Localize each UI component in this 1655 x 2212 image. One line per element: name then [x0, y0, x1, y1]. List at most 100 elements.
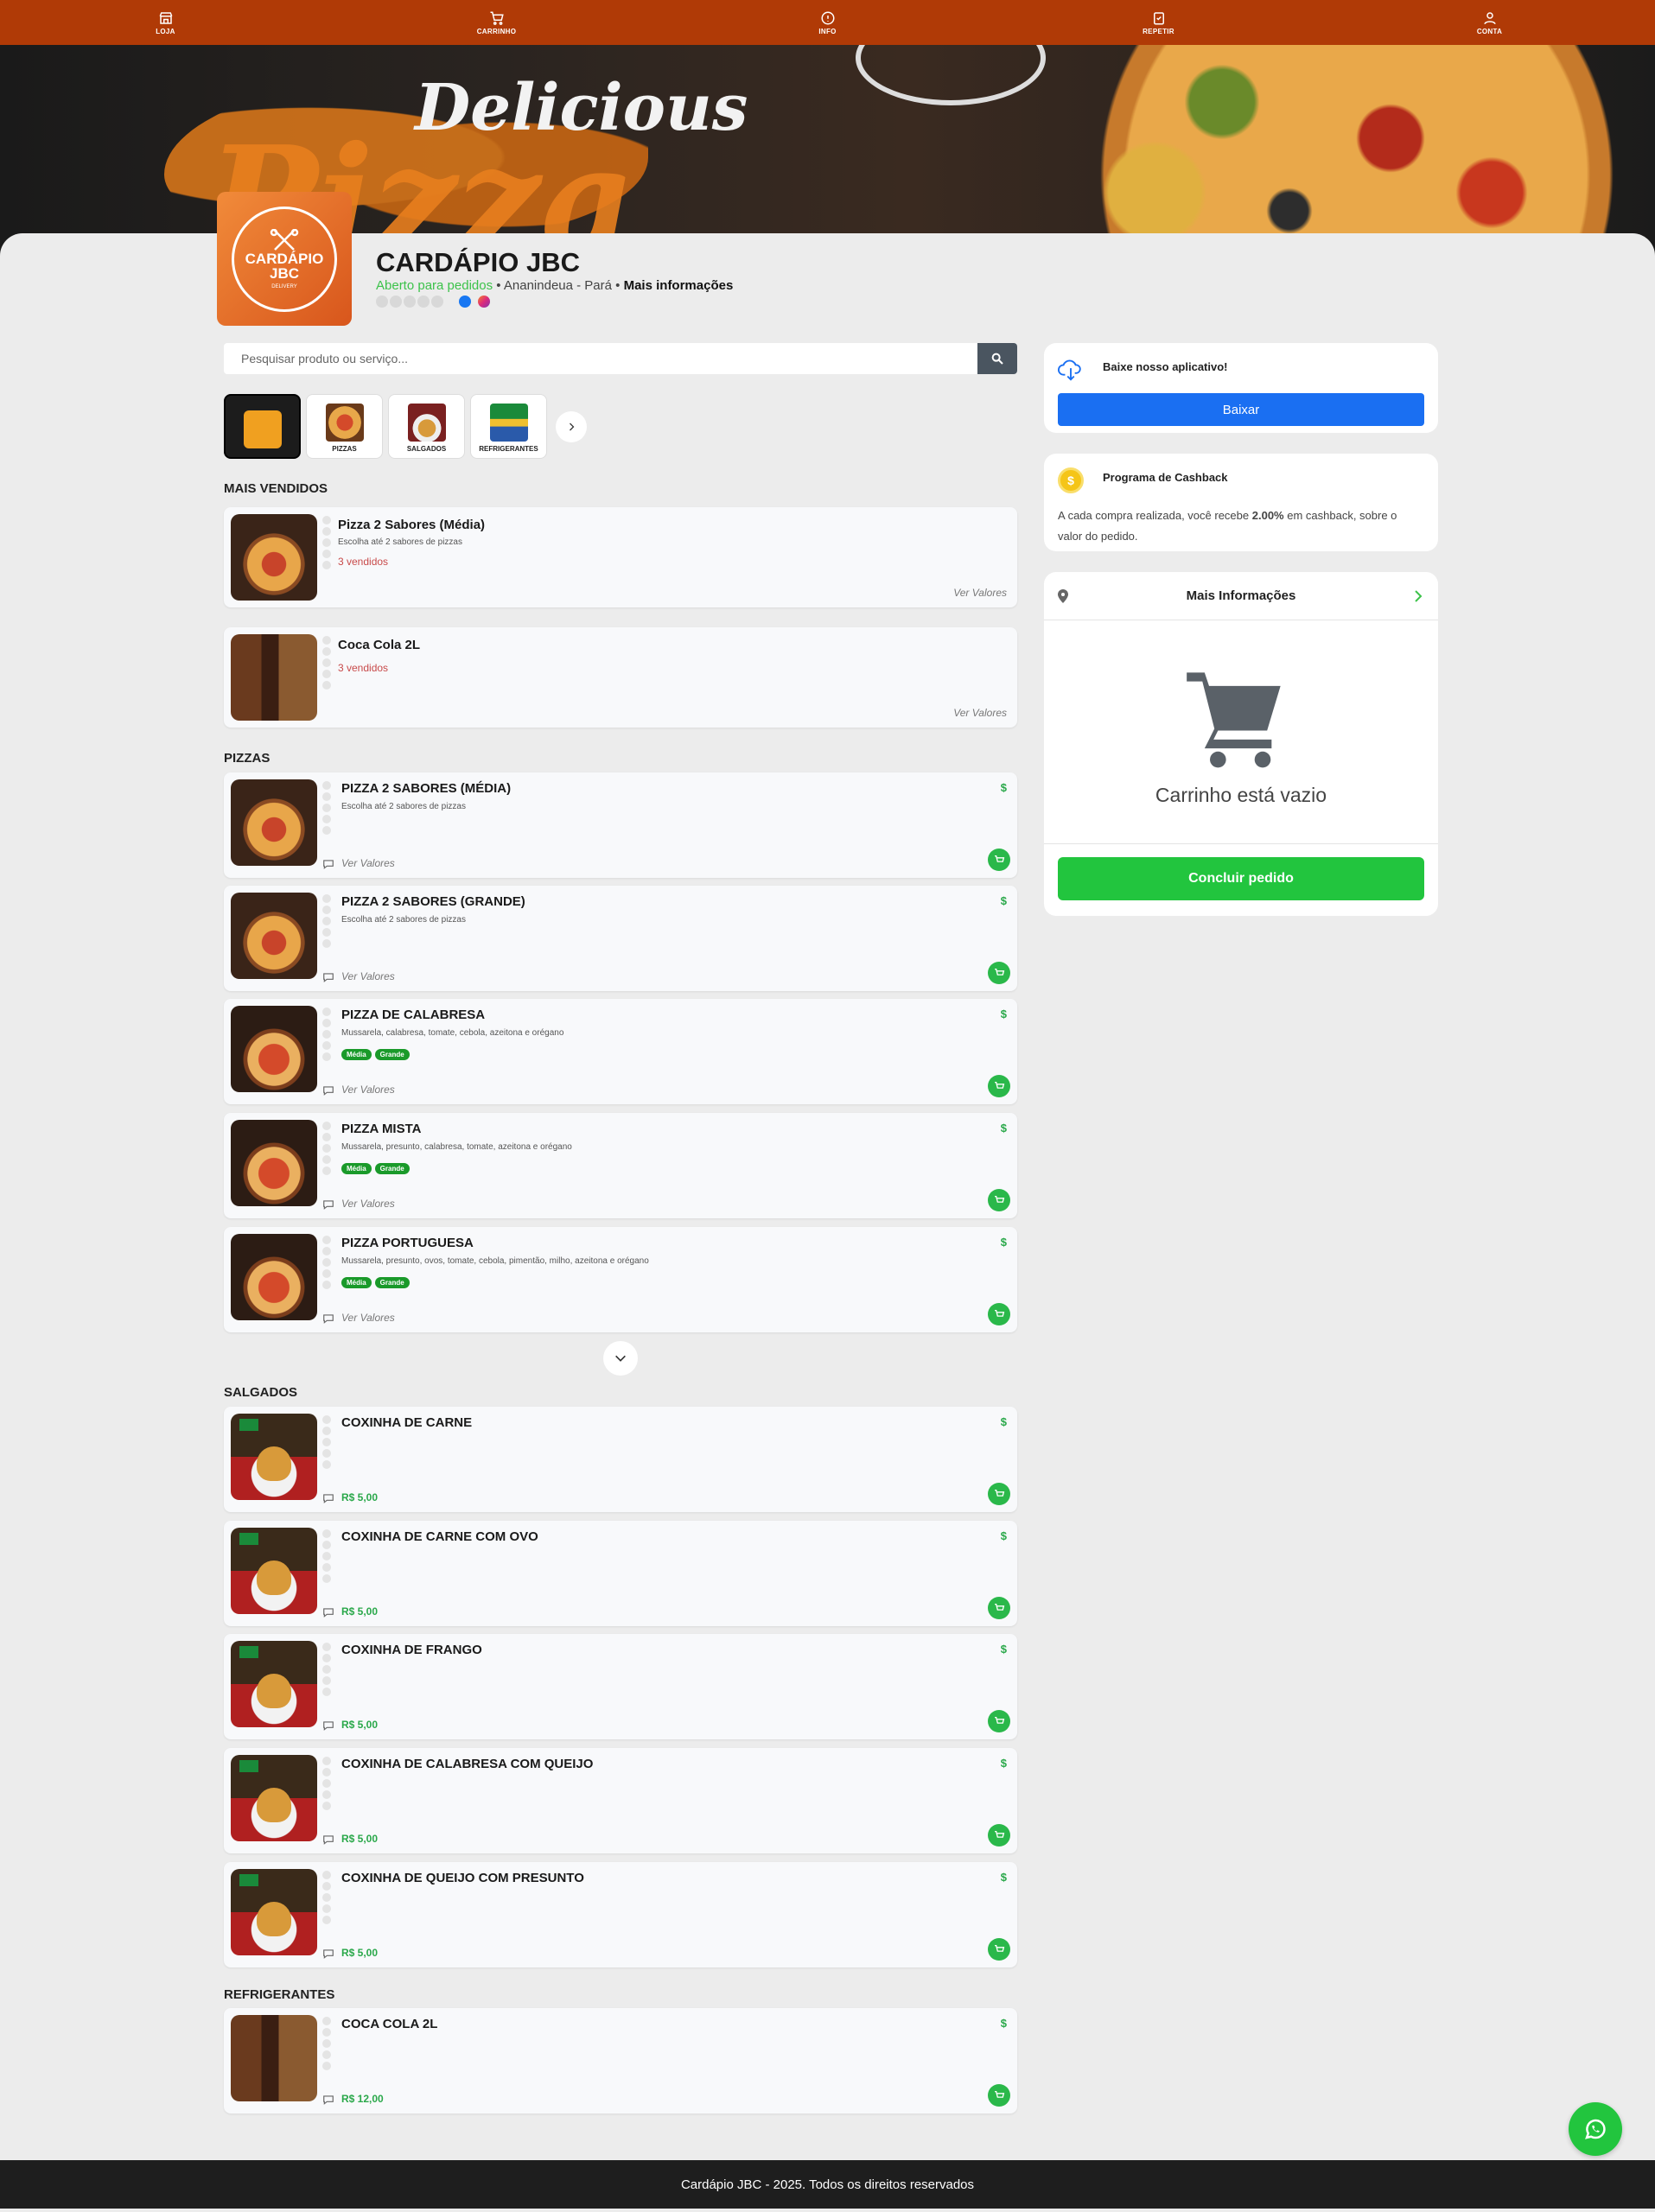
product-price: R$ 5,00	[341, 1605, 379, 1618]
fork-spoon-icon	[270, 228, 299, 251]
currency-symbol: $	[1000, 1643, 1007, 1656]
comment-icon	[323, 1721, 334, 1731]
ver-valores-link[interactable]: Ver Valores	[341, 970, 395, 982]
best-seller-card[interactable]: Coca Cola 2L 3 vendidos Ver Valores	[224, 627, 1017, 728]
instagram-icon[interactable]	[478, 296, 490, 308]
add-to-cart-button[interactable]	[988, 849, 1010, 871]
add-to-cart-button[interactable]	[988, 1597, 1010, 1619]
product-image	[231, 514, 317, 601]
more-info-link[interactable]: Mais informações	[624, 278, 734, 293]
comment-icon	[323, 1494, 334, 1503]
size-tags: Média Grande	[341, 1277, 410, 1288]
product-card[interactable]: PIZZA PORTUGUESA Mussarela, presunto, ov…	[224, 1227, 1017, 1332]
product-image	[231, 779, 317, 866]
store-meta: Aberto para pedidos • Ananindeua - Pará …	[376, 278, 733, 293]
checkout-button[interactable]: Concluir pedido	[1058, 857, 1424, 900]
add-to-cart-button[interactable]	[988, 1938, 1010, 1961]
size-tags: Média Grande	[341, 1049, 410, 1060]
comment-icon	[323, 973, 334, 982]
product-card[interactable]: PIZZA DE CALABRESA Mussarela, calabresa,…	[224, 999, 1017, 1104]
product-name: Coca Cola 2L	[338, 638, 421, 652]
add-to-cart-button[interactable]	[988, 1824, 1010, 1847]
cart-icon	[994, 1944, 1004, 1952]
ver-valores-link[interactable]: Ver Valores	[341, 1312, 395, 1324]
nav-conta[interactable]: CONTA	[1438, 10, 1542, 35]
search-button[interactable]	[977, 343, 1017, 374]
product-image	[231, 634, 317, 721]
cart-card: Mais Informações Carrinho está vazio Con…	[1044, 572, 1438, 916]
rating-stars	[322, 1529, 331, 1583]
product-card[interactable]: COXINHA DE FRANGO R$ 5,00 $	[224, 1634, 1017, 1739]
nav-loja[interactable]: LOJA	[114, 10, 218, 35]
add-to-cart-button[interactable]	[988, 1075, 1010, 1097]
add-to-cart-button[interactable]	[988, 1483, 1010, 1505]
size-tag: Grande	[374, 1049, 410, 1060]
cashback-card: $ Programa de Cashback A cada compra rea…	[1044, 454, 1438, 551]
cart-icon	[994, 1830, 1004, 1838]
more-info-row[interactable]: Mais Informações	[1044, 572, 1438, 620]
facebook-icon[interactable]	[459, 296, 471, 308]
product-card[interactable]: PIZZA 2 SABORES (MÉDIA) Escolha até 2 sa…	[224, 772, 1017, 878]
store-name: CARDÁPIO JBC	[376, 247, 580, 277]
ver-valores-link[interactable]: Ver Valores	[953, 587, 1007, 599]
ver-valores-link[interactable]: Ver Valores	[953, 707, 1007, 719]
category-pizzas[interactable]: PIZZAS	[306, 394, 383, 459]
cart-icon	[994, 968, 1004, 976]
separator: •	[615, 278, 621, 293]
search-input[interactable]	[224, 352, 977, 365]
empty-cart-text: Carrinho está vazio	[1155, 784, 1327, 806]
add-to-cart-button[interactable]	[988, 1710, 1010, 1732]
rating-stars	[322, 894, 331, 948]
product-card[interactable]: PIZZA 2 SABORES (GRANDE) Escolha até 2 s…	[224, 886, 1017, 991]
nav-carrinho[interactable]: CARRINHO	[445, 10, 549, 35]
size-tag: Média	[341, 1277, 372, 1288]
nav-label: CONTA	[1476, 27, 1503, 35]
currency-symbol: $	[1000, 1529, 1007, 1542]
nav-label: CARRINHO	[476, 27, 517, 35]
download-app-button[interactable]: Baixar	[1058, 393, 1424, 426]
add-to-cart-button[interactable]	[988, 2084, 1010, 2107]
ver-valores-link[interactable]: Ver Valores	[341, 857, 395, 869]
nav-label: REPETIR	[1143, 27, 1174, 35]
product-image	[231, 1755, 317, 1841]
product-image	[231, 1528, 317, 1614]
category-menu[interactable]	[224, 394, 301, 459]
product-card[interactable]: COCA COLA 2L R$ 12,00 $	[224, 2008, 1017, 2113]
product-card[interactable]: COXINHA DE CARNE R$ 5,00 $	[224, 1407, 1017, 1512]
ver-valores-link[interactable]: Ver Valores	[341, 1198, 395, 1210]
nav-repetir[interactable]: REPETIR	[1107, 10, 1211, 35]
search-bar	[224, 343, 1017, 374]
product-card[interactable]: PIZZA MISTA Mussarela, presunto, calabre…	[224, 1113, 1017, 1218]
product-card[interactable]: COXINHA DE CALABRESA COM QUEIJO R$ 5,00 …	[224, 1748, 1017, 1853]
category-salgados[interactable]: SALGADOS	[388, 394, 465, 459]
add-to-cart-button[interactable]	[988, 962, 1010, 984]
salgados-thumb	[407, 404, 446, 442]
product-card[interactable]: COXINHA DE CARNE COM OVO R$ 5,00 $	[224, 1521, 1017, 1626]
best-seller-card[interactable]: Pizza 2 Sabores (Média) Escolha até 2 sa…	[224, 507, 1017, 607]
product-name: PIZZA 2 SABORES (GRANDE)	[341, 894, 525, 909]
expand-more-button[interactable]	[603, 1341, 638, 1376]
product-name: PIZZA DE CALABRESA	[341, 1007, 486, 1022]
hero-badge	[856, 45, 1046, 105]
currency-symbol: $	[1000, 781, 1007, 794]
product-desc: Mussarela, calabresa, tomate, cebola, az…	[341, 1028, 564, 1038]
ver-valores-link[interactable]: Ver Valores	[341, 1084, 395, 1096]
product-name: COXINHA DE CARNE COM OVO	[341, 1529, 538, 1544]
more-info-label: Mais Informações	[1186, 588, 1296, 603]
cart-icon	[994, 1309, 1004, 1317]
product-card[interactable]: COXINHA DE QUEIJO COM PRESUNTO R$ 5,00 $	[224, 1862, 1017, 1967]
whatsapp-button[interactable]	[1569, 2102, 1622, 2156]
section-title-pizzas: PIZZAS	[224, 751, 271, 766]
nav-info[interactable]: INFO	[776, 10, 880, 35]
product-name: COCA COLA 2L	[341, 2017, 438, 2031]
refrigerantes-thumb	[489, 404, 528, 442]
footer-text: Cardápio JBC - 2025. Todos os direitos r…	[680, 2177, 975, 2192]
add-to-cart-button[interactable]	[988, 1189, 1010, 1211]
chevron-right-icon	[1415, 590, 1423, 602]
category-refrigerantes[interactable]: REFRIGERANTES	[470, 394, 547, 459]
add-to-cart-button[interactable]	[988, 1303, 1010, 1325]
product-desc: Mussarela, presunto, calabresa, tomate, …	[341, 1142, 572, 1152]
category-next-button[interactable]	[556, 410, 587, 442]
cart-icon	[994, 1081, 1004, 1089]
store-location: Ananindeua - Pará	[503, 278, 612, 293]
